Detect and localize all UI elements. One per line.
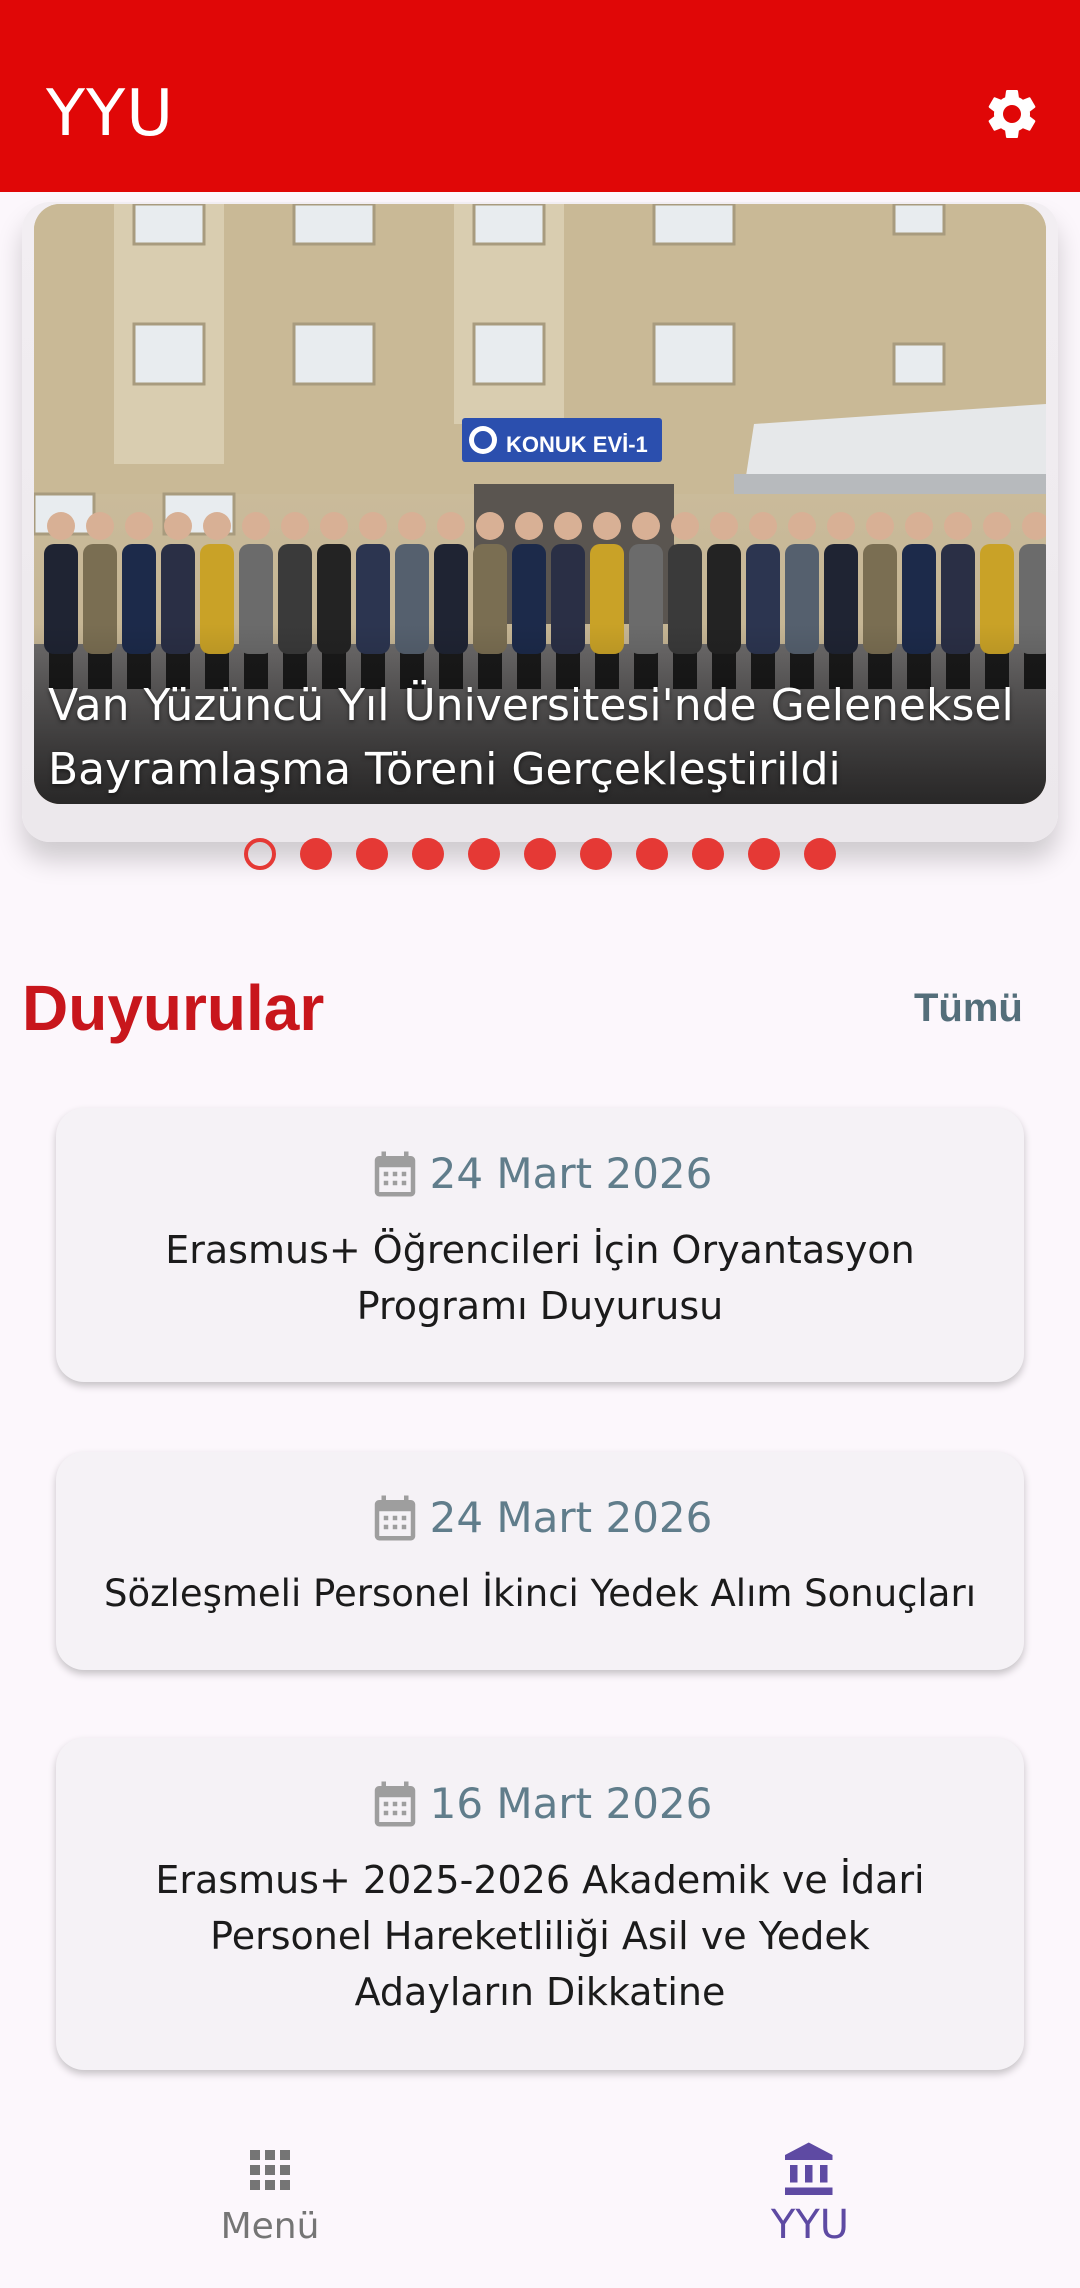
carousel-dot[interactable]: [300, 838, 332, 870]
announcements-title: Duyurular: [22, 972, 325, 1044]
grid-icon: [250, 2150, 290, 2190]
building-sign: KONUK EVİ-1: [506, 432, 648, 457]
carousel-dot[interactable]: [524, 838, 556, 870]
carousel-dot[interactable]: [356, 838, 388, 870]
carousel-dot[interactable]: [692, 838, 724, 870]
announcement-title: Erasmus+ Öğrencileri İçin Oryantasyon Pr…: [165, 1228, 915, 1328]
app-bar: YYU: [0, 0, 1080, 192]
settings-button[interactable]: [978, 80, 1046, 148]
announcement-title: Sözleşmeli Personel İkinci Yedek Alım So…: [104, 1572, 976, 1615]
announcement-title: Erasmus+ 2025-2026 Akademik ve İdari Per…: [155, 1858, 925, 2014]
app-title: YYU: [46, 77, 175, 151]
carousel-caption: Van Yüzüncü Yıl Üniversitesi'nde Gelenek…: [48, 680, 1014, 795]
announcement-date: 24 Mart 2026: [56, 1488, 1024, 1548]
date-text: 24 Mart 2026: [429, 1149, 713, 1198]
bottom-navigation: Menü YYU: [0, 2100, 1080, 2288]
see-all-button[interactable]: Tümü: [914, 980, 1023, 1036]
carousel-dot[interactable]: [804, 838, 836, 870]
calendar-icon: [374, 1781, 415, 1827]
carousel-dot[interactable]: [412, 838, 444, 870]
nav-label-yyu: YYU: [770, 2202, 850, 2248]
date-text: 16 Mart 2026: [429, 1779, 713, 1828]
announcement-card[interactable]: 16 Mart 2026 Erasmus+ 2025-2026 Akademik…: [56, 1738, 1024, 2070]
nav-item-yyu[interactable]: YYU: [540, 2100, 1080, 2288]
news-carousel[interactable]: KONUK EVİ-1 Van Yüzüncü Yıl Üniversitesi…: [34, 204, 1046, 804]
calendar-icon: [374, 1151, 415, 1197]
university-icon: [785, 2142, 833, 2195]
nav-item-menu[interactable]: Menü: [0, 2100, 540, 2288]
carousel-dot[interactable]: [580, 838, 612, 870]
carousel-dot[interactable]: [748, 838, 780, 870]
carousel-dot[interactable]: [468, 838, 500, 870]
nav-label-menu: Menü: [220, 2206, 320, 2247]
carousel-indicator: [0, 838, 1080, 872]
date-text: 24 Mart 2026: [429, 1493, 713, 1542]
calendar-icon: [374, 1495, 415, 1541]
carousel-dot[interactable]: [244, 838, 276, 870]
announcement-card[interactable]: 24 Mart 2026 Sözleşmeli Personel İkinci …: [56, 1452, 1024, 1670]
gear-icon: [988, 89, 1036, 138]
announcement-date: 24 Mart 2026: [56, 1144, 1024, 1204]
carousel-dot[interactable]: [636, 838, 668, 870]
announcement-card[interactable]: 24 Mart 2026 Erasmus+ Öğrencileri İçin O…: [56, 1108, 1024, 1382]
announcement-date: 16 Mart 2026: [56, 1774, 1024, 1834]
